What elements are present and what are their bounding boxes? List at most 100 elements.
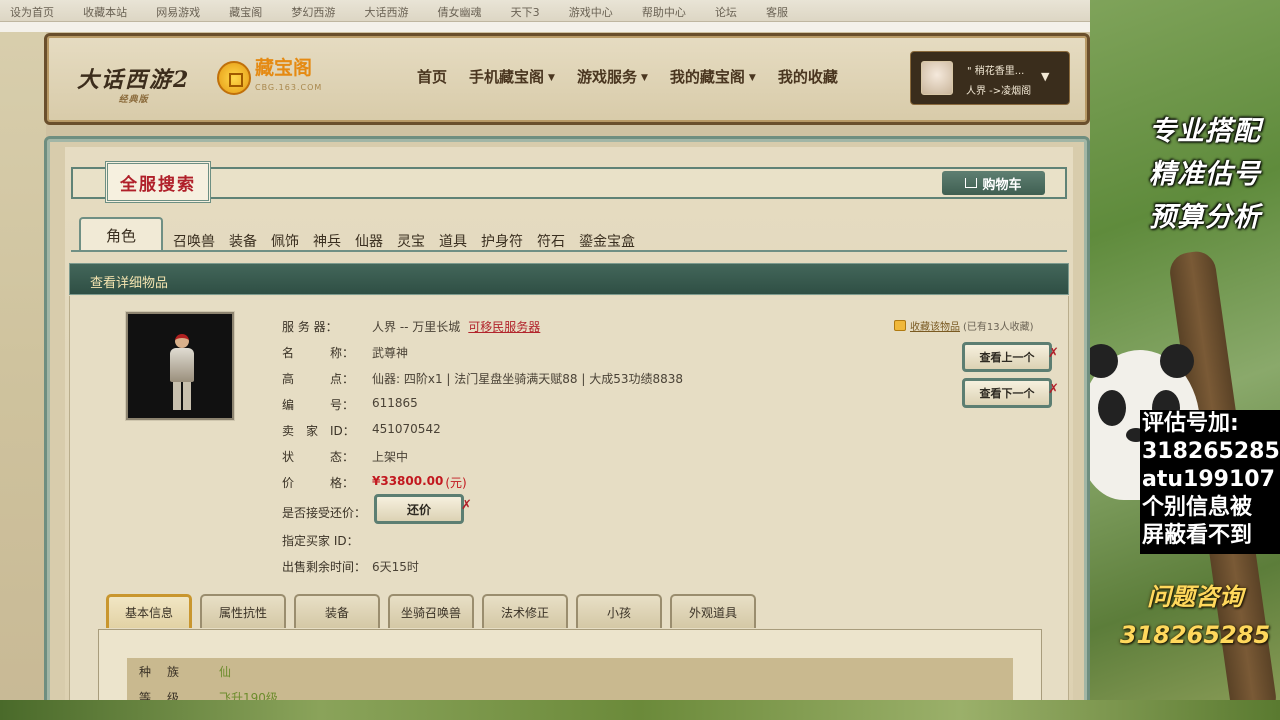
nav-home[interactable]: 首页 <box>417 66 447 87</box>
bookmark[interactable]: 梦幻西游 <box>281 0 349 20</box>
tab-rune-stone[interactable]: 符石 <box>537 231 565 251</box>
tab-appearance-items[interactable]: 外观道具 <box>670 594 756 628</box>
bookmark[interactable]: 论坛 <box>705 0 751 20</box>
bookmark[interactable]: 藏宝阁 <box>219 0 276 20</box>
server-value: 人界 -- 万里长城 <box>372 320 461 334</box>
cart-label: 购物车 <box>982 177 1022 193</box>
tab-summon[interactable]: 召唤兽 <box>173 231 215 251</box>
tab-items[interactable]: 道具 <box>439 231 467 251</box>
tab-gilded-box[interactable]: 鎏金宝盒 <box>579 231 635 251</box>
tab-equipment-detail[interactable]: 装备 <box>294 594 380 628</box>
consult-overlay: 问题咨询 318265285 <box>1110 578 1280 654</box>
transferable-server-link[interactable]: 可移民服务器 <box>468 318 540 335</box>
row-seller: 卖 家 ID： 451070542 <box>282 422 441 439</box>
cart-button[interactable]: 购物车 <box>942 171 1045 195</box>
prev-item-button[interactable]: 查看上一个 <box>962 342 1052 372</box>
tab-child[interactable]: 小孩 <box>576 594 662 628</box>
promo-line: 精准估号 <box>1149 159 1261 190</box>
bookmark[interactable]: 客服 <box>756 0 802 20</box>
nav-game-services[interactable]: 游戏服务 ▼ <box>577 66 648 87</box>
attribute-key: 种 族 <box>139 664 182 679</box>
bookmark[interactable]: 天下3 <box>501 0 554 20</box>
user-menu[interactable]: " 稍花香里... 人界 ->凌烟阁 ▼ <box>910 51 1070 105</box>
contact-line: 个别信息被 <box>1142 495 1253 520</box>
basic-info-panel: 种 族 仙 等 级 飞升190级 <box>98 629 1042 710</box>
tab-amulet[interactable]: 护身符 <box>481 231 523 251</box>
tab-basic-info[interactable]: 基本信息 <box>106 594 192 628</box>
server-label: 服 务 器： <box>282 320 338 334</box>
tab-attributes-resistance[interactable]: 属性抗性 <box>200 594 286 628</box>
highlight-value: 仙器: 四阶x1 | 法门星盘坐骑满天赋88 | 大成53功绩8838 <box>372 372 684 386</box>
favorite-count: (已有13人收藏) <box>963 322 1034 333</box>
attribute-value: 仙 <box>219 664 232 679</box>
search-title[interactable]: 全服搜索 <box>105 161 211 203</box>
site-logo[interactable]: 藏宝阁 CBG.163.COM <box>217 58 322 98</box>
main-nav: 首页 手机藏宝阁 ▼ 游戏服务 ▼ 我的藏宝阁 ▼ 我的收藏 <box>417 66 860 87</box>
game-logo-subtitle: 经典版 <box>118 95 149 105</box>
bookmark[interactable]: 大话西游 <box>354 0 422 20</box>
section-title: 查看详细物品 <box>69 263 1069 295</box>
contact-line: 318265285 <box>1142 439 1280 464</box>
promo-line: 预算分析 <box>1149 202 1261 233</box>
tab-equipment[interactable]: 装备 <box>229 231 257 251</box>
caret-down-icon: ▼ <box>1041 70 1050 83</box>
tab-divider <box>71 250 1067 252</box>
contact-line: 屏蔽看不到 <box>1142 523 1253 548</box>
bookmark[interactable]: 帮助中心 <box>632 0 700 20</box>
consult-line: 问题咨询 <box>1147 583 1243 611</box>
promo-line: 专业搭配 <box>1149 116 1261 147</box>
caret-down-icon: ▼ <box>640 72 648 83</box>
caret-down-icon: ▼ <box>748 72 756 83</box>
remaining-time-value: 6天15时 <box>372 560 419 574</box>
bookmark[interactable]: 游戏中心 <box>559 0 627 20</box>
row-price: 价 格： ¥33800.00 (元) <box>282 474 467 491</box>
character-image <box>125 311 235 421</box>
seller-label: 卖 家 ID： <box>282 424 355 438</box>
bookmark[interactable]: 设为首页 <box>0 0 68 20</box>
folder-star-icon <box>894 320 906 331</box>
highlight-label: 高 点： <box>282 372 355 386</box>
row-counter-offer: 是否接受还价： <box>282 504 372 521</box>
ornament-icon: ✗ <box>1048 382 1059 397</box>
nav-favorites[interactable]: 我的收藏 <box>778 66 838 87</box>
next-item-button[interactable]: 查看下一个 <box>962 378 1052 408</box>
tab-spirit-treasure[interactable]: 灵宝 <box>397 231 425 251</box>
user-server: 人界 ->凌烟阁 <box>966 86 1032 97</box>
ornament-icon: ✗ <box>1048 346 1059 361</box>
bookmark[interactable]: 网易游戏 <box>146 0 214 20</box>
counter-offer-label: 是否接受还价： <box>282 506 367 520</box>
background-foliage <box>0 700 1280 720</box>
name-value: 武尊神 <box>372 346 409 360</box>
nav-my-cbg[interactable]: 我的藏宝阁 ▼ <box>670 66 756 87</box>
site-logo-text: 藏宝阁 <box>255 57 313 79</box>
avatar <box>921 61 953 95</box>
search-bar <box>71 167 1067 199</box>
bookmark[interactable]: 收藏本站 <box>73 0 141 20</box>
row-status: 状 态： 上架中 <box>282 448 408 465</box>
designated-buyer-label: 指定买家 ID： <box>282 534 359 548</box>
favorite-area: 收藏该物品 (已有13人收藏) <box>894 318 1034 333</box>
game-logo[interactable]: 大话西游2 经典版 <box>77 62 190 105</box>
game-logo-text: 大话西游2 <box>77 67 191 93</box>
remaining-time-label: 出售剩余时间： <box>282 560 367 574</box>
contact-line: atu199107 <box>1142 467 1275 492</box>
favorite-link[interactable]: 收藏该物品 <box>910 318 960 333</box>
id-label: 编 号： <box>282 398 355 412</box>
tab-mount-summon[interactable]: 坐骑召唤兽 <box>388 594 474 628</box>
row-highlight: 高 点： 仙器: 四阶x1 | 法门星盘坐骑满天赋88 | 大成53功绩8838 <box>282 370 683 387</box>
price-label: 价 格： <box>282 476 355 490</box>
tab-divine-weapon[interactable]: 神兵 <box>313 231 341 251</box>
price-value: ¥33800.00 <box>372 474 444 488</box>
price-unit: (元) <box>445 476 467 490</box>
status-value: 上架中 <box>372 450 409 464</box>
tab-spell-correction[interactable]: 法术修正 <box>482 594 568 628</box>
nav-mobile-cbg[interactable]: 手机藏宝阁 ▼ <box>469 66 555 87</box>
item-detail: 服 务 器： 人界 -- 万里长城 可移民服务器 名 称： 武尊神 高 点： 仙… <box>69 296 1069 710</box>
tab-character[interactable]: 角色 <box>79 217 163 251</box>
background-left <box>0 0 46 720</box>
bookmark[interactable]: 倩女幽魂 <box>428 0 496 20</box>
tab-accessory[interactable]: 佩饰 <box>271 231 299 251</box>
counter-offer-button[interactable]: 还价 <box>374 494 464 524</box>
id-value: 611865 <box>372 396 418 410</box>
tab-fairy-artifact[interactable]: 仙器 <box>355 231 383 251</box>
